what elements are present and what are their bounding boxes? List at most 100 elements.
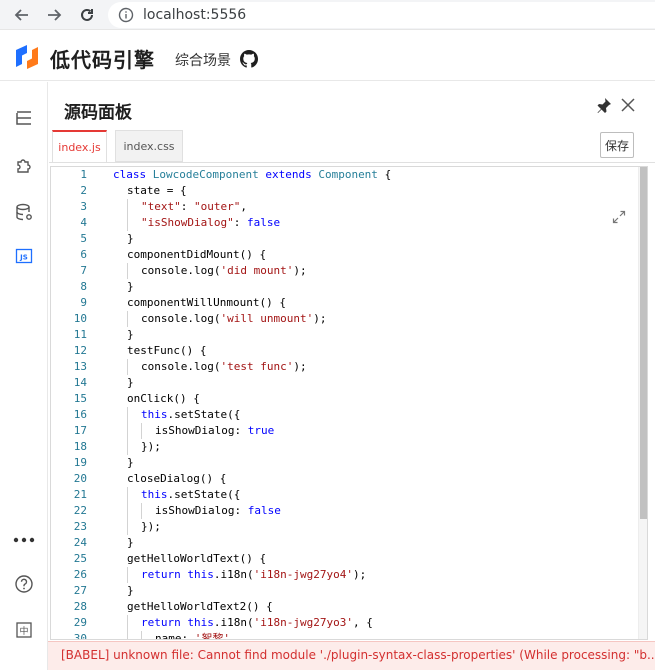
tab-index-css[interactable]: index.css bbox=[115, 130, 183, 162]
code-line[interactable]: 11} bbox=[51, 327, 636, 343]
code-text[interactable]: componentDidMount() { bbox=[127, 247, 266, 263]
code-line[interactable]: 9 componentWillUnmount() { bbox=[51, 295, 636, 311]
code-line[interactable]: 2 state = { bbox=[51, 183, 636, 199]
help-icon[interactable] bbox=[12, 572, 36, 596]
code-line[interactable]: 26 return this.i18n('i18n-jwg27yo4'); bbox=[51, 567, 636, 583]
code-line[interactable]: 10 console.log('will unmount'); bbox=[51, 311, 636, 327]
code-text[interactable]: return this.i18n('i18n-jwg27yo3', { bbox=[141, 615, 373, 631]
code-text[interactable]: }); bbox=[141, 519, 161, 535]
code-text[interactable]: getHelloWorldText() { bbox=[127, 551, 266, 567]
code-line[interactable]: 3 "text": "outer", bbox=[51, 199, 636, 215]
github-icon[interactable] bbox=[240, 50, 258, 68]
code-token: getHelloWorldText2() { bbox=[127, 600, 273, 613]
code-text[interactable]: name: '絮黎', bbox=[155, 631, 237, 639]
code-text[interactable]: "text": "outer", bbox=[141, 199, 247, 215]
code-text[interactable]: state = { bbox=[127, 183, 187, 199]
code-text[interactable]: console.log('will unmount'); bbox=[141, 311, 326, 327]
save-button[interactable]: 保存 bbox=[600, 132, 634, 158]
close-icon[interactable] bbox=[619, 96, 637, 114]
code-text[interactable]: componentWillUnmount() { bbox=[127, 295, 286, 311]
code-text[interactable]: } bbox=[127, 375, 134, 391]
code-lines[interactable]: 1 class LowcodeComponent extends Componen… bbox=[51, 167, 636, 640]
code-text[interactable]: isShowDialog: true bbox=[155, 423, 274, 439]
code-line[interactable]: 25 getHelloWorldText() { bbox=[51, 551, 636, 567]
code-line[interactable]: 22 isShowDialog: false bbox=[51, 503, 636, 519]
code-line[interactable]: 5} bbox=[51, 231, 636, 247]
url-text[interactable]: localhost:5556 bbox=[143, 7, 246, 23]
code-text[interactable]: getHelloWorldText2() { bbox=[127, 599, 273, 615]
line-number: 13 bbox=[73, 360, 87, 373]
datasource-icon[interactable] bbox=[12, 200, 36, 224]
code-line[interactable]: 16 this.setState({ bbox=[51, 407, 636, 423]
expand-icon[interactable] bbox=[611, 209, 627, 225]
code-line[interactable]: 8} bbox=[51, 279, 636, 295]
code-token: ); bbox=[293, 360, 307, 373]
code-line[interactable]: 30 name: '絮黎', bbox=[51, 631, 636, 640]
browser-toolbar: localhost:5556 bbox=[0, 0, 655, 30]
code-line[interactable]: 28 getHelloWorldText2() { bbox=[51, 599, 636, 615]
tab-index-js[interactable]: index.js bbox=[52, 130, 107, 162]
indent-guide bbox=[141, 423, 142, 439]
language-icon[interactable]: 中 bbox=[12, 618, 36, 642]
outline-tree-icon[interactable] bbox=[12, 106, 36, 130]
code-text[interactable]: class LowcodeComponent extends Component… bbox=[113, 167, 391, 183]
code-text[interactable]: } bbox=[127, 231, 134, 247]
code-text[interactable]: console.log('did mount'); bbox=[141, 263, 307, 279]
code-token: console.log( bbox=[141, 360, 221, 373]
indent-guide bbox=[141, 503, 142, 519]
code-text[interactable]: this.setState({ bbox=[141, 407, 240, 423]
indent-guide bbox=[127, 311, 128, 327]
code-text[interactable]: } bbox=[127, 327, 134, 343]
code-line[interactable]: 27} bbox=[51, 583, 636, 599]
code-text[interactable]: return this.i18n('i18n-jwg27yo4'); bbox=[141, 567, 366, 583]
code-text[interactable]: } bbox=[127, 279, 134, 295]
plugin-puzzle-icon[interactable] bbox=[12, 153, 36, 177]
error-bar: [BABEL] unknown file: Cannot find module… bbox=[48, 641, 655, 670]
code-line[interactable]: 7 console.log('did mount'); bbox=[51, 263, 636, 279]
code-text[interactable]: closeDialog() { bbox=[127, 471, 226, 487]
code-line[interactable]: 13 console.log('test func'); bbox=[51, 359, 636, 375]
code-line[interactable]: 18}); bbox=[51, 439, 636, 455]
code-line[interactable]: 1 class LowcodeComponent extends Componen… bbox=[51, 167, 636, 183]
reload-button[interactable] bbox=[76, 4, 98, 26]
source-panel: 源码面板 index.js index.css 保存 1 class Lowcod… bbox=[49, 82, 655, 670]
code-line[interactable]: 6 componentDidMount() { bbox=[51, 247, 636, 263]
code-line[interactable]: 4 "isShowDialog": false bbox=[51, 215, 636, 231]
code-line[interactable]: 15 onClick() { bbox=[51, 391, 636, 407]
code-text[interactable]: this.setState({ bbox=[141, 487, 240, 503]
code-token: .setState({ bbox=[167, 408, 241, 421]
code-line[interactable]: 14} bbox=[51, 375, 636, 391]
code-editor[interactable]: 1 class LowcodeComponent extends Componen… bbox=[50, 166, 648, 640]
code-text[interactable]: onClick() { bbox=[127, 391, 200, 407]
code-line[interactable]: 19} bbox=[51, 455, 636, 471]
code-line[interactable]: 21 this.setState({ bbox=[51, 487, 636, 503]
code-line[interactable]: 29 return this.i18n('i18n-jwg27yo3', { bbox=[51, 615, 636, 631]
scene-name[interactable]: 综合场景 bbox=[175, 50, 231, 70]
code-line[interactable]: 24} bbox=[51, 535, 636, 551]
code-text[interactable]: }); bbox=[141, 439, 161, 455]
js-source-icon[interactable]: JS bbox=[12, 244, 36, 268]
info-icon[interactable] bbox=[118, 7, 134, 23]
code-text[interactable]: isShowDialog: false bbox=[155, 503, 281, 519]
code-text[interactable]: testFunc() { bbox=[127, 343, 206, 359]
more-icon[interactable] bbox=[12, 528, 36, 552]
code-text[interactable]: } bbox=[127, 535, 134, 551]
pin-icon[interactable] bbox=[595, 96, 613, 114]
code-line[interactable]: 23}); bbox=[51, 519, 636, 535]
back-button[interactable] bbox=[11, 4, 33, 26]
code-token: : bbox=[233, 216, 247, 229]
code-token: 'will unmount' bbox=[220, 312, 314, 325]
code-text[interactable]: "isShowDialog": false bbox=[141, 215, 280, 231]
code-line[interactable]: 20 closeDialog() { bbox=[51, 471, 636, 487]
line-number: 30 bbox=[73, 632, 87, 640]
code-line[interactable]: 17 isShowDialog: true bbox=[51, 423, 636, 439]
address-bar[interactable]: localhost:5556 bbox=[108, 2, 655, 28]
code-text[interactable]: } bbox=[127, 583, 134, 599]
code-token: false bbox=[246, 216, 281, 229]
scrollbar-thumb[interactable] bbox=[640, 167, 647, 519]
code-line[interactable]: 12 testFunc() { bbox=[51, 343, 636, 359]
forward-button[interactable] bbox=[43, 4, 65, 26]
code-text[interactable]: } bbox=[127, 455, 134, 471]
code-text[interactable]: console.log('test func'); bbox=[141, 359, 307, 375]
editor-scrollbar[interactable] bbox=[638, 167, 647, 639]
